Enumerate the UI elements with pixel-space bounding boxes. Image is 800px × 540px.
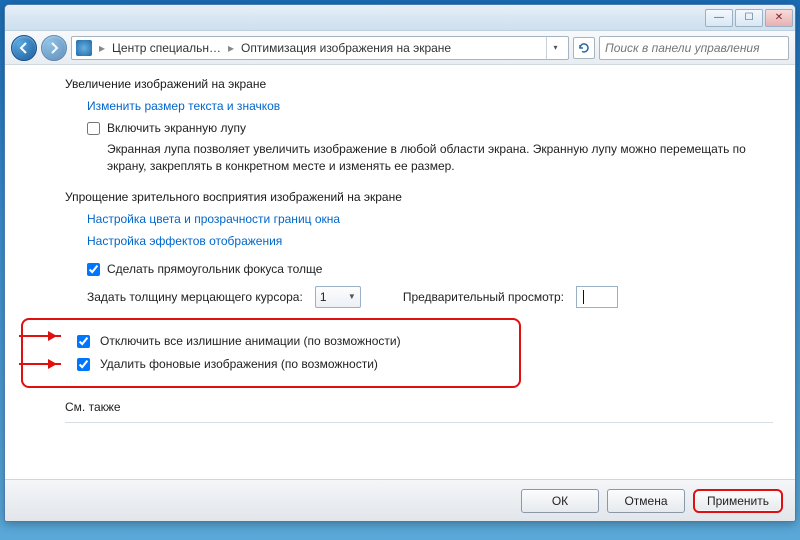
see-also-label: См. также bbox=[65, 400, 773, 414]
close-button[interactable]: ✕ bbox=[765, 9, 793, 27]
minimize-button[interactable]: — bbox=[705, 9, 733, 27]
settings-window: — ☐ ✕ ▸ Центр специальн… ▸ Оптимизация и… bbox=[4, 4, 796, 522]
cursor-width-value: 1 bbox=[320, 290, 327, 304]
magnifier-help-text: Экранная лупа позволяет увеличить изобра… bbox=[107, 141, 773, 176]
breadcrumb-part2[interactable]: Оптимизация изображения на экране bbox=[241, 41, 451, 55]
apply-button[interactable]: Применить bbox=[693, 489, 783, 513]
highlighted-options: Отключить все излишние анимации (по возм… bbox=[21, 318, 521, 388]
checkbox-focus-rect[interactable] bbox=[87, 263, 100, 276]
breadcrumb-separator: ▸ bbox=[225, 41, 237, 55]
maximize-button[interactable]: ☐ bbox=[735, 9, 763, 27]
search-input[interactable] bbox=[599, 36, 789, 60]
checkbox-focus-rect-label: Сделать прямоугольник фокуса толще bbox=[107, 262, 322, 276]
cursor-width-label: Задать толщину мерцающего курсора: bbox=[87, 290, 303, 304]
arrow-right-icon bbox=[48, 42, 60, 54]
address-dropdown[interactable]: ▾ bbox=[546, 37, 564, 59]
cursor-width-select[interactable]: 1 ▼ bbox=[315, 286, 361, 308]
chevron-down-icon: ▼ bbox=[348, 292, 356, 301]
ok-button[interactable]: ОК bbox=[521, 489, 599, 513]
back-button[interactable] bbox=[11, 35, 37, 61]
checkbox-remove-background-label: Удалить фоновые изображения (по возможно… bbox=[100, 357, 378, 371]
checkbox-magnifier[interactable] bbox=[87, 122, 100, 135]
breadcrumb-separator: ▸ bbox=[96, 41, 108, 55]
arrow-left-icon bbox=[18, 42, 30, 54]
content-area: Увеличение изображений на экране Изменит… bbox=[5, 65, 795, 479]
cancel-button[interactable]: Отмена bbox=[607, 489, 685, 513]
link-window-color[interactable]: Настройка цвета и прозрачности границ ок… bbox=[87, 212, 340, 226]
cursor-preview bbox=[576, 286, 618, 308]
link-text-size[interactable]: Изменить размер текста и значков bbox=[87, 99, 280, 113]
section-enlarge-title: Увеличение изображений на экране bbox=[65, 77, 773, 91]
breadcrumb-part1[interactable]: Центр специальн… bbox=[112, 41, 221, 55]
divider bbox=[65, 422, 773, 423]
checkbox-remove-background[interactable] bbox=[77, 358, 90, 371]
navbar: ▸ Центр специальн… ▸ Оптимизация изображ… bbox=[5, 31, 795, 65]
refresh-button[interactable] bbox=[573, 37, 595, 59]
section-simplify-title: Упрощение зрительного восприятия изображ… bbox=[65, 190, 773, 204]
titlebar: — ☐ ✕ bbox=[5, 5, 795, 31]
refresh-icon bbox=[578, 42, 590, 54]
forward-button[interactable] bbox=[41, 35, 67, 61]
address-bar[interactable]: ▸ Центр специальн… ▸ Оптимизация изображ… bbox=[71, 36, 569, 60]
checkbox-disable-animations[interactable] bbox=[77, 335, 90, 348]
control-panel-icon bbox=[76, 40, 92, 56]
checkbox-disable-animations-label: Отключить все излишние анимации (по возм… bbox=[100, 334, 401, 348]
link-display-effects[interactable]: Настройка эффектов отображения bbox=[87, 234, 282, 248]
annotation-arrow bbox=[19, 335, 61, 338]
annotation-arrow bbox=[19, 363, 61, 366]
checkbox-magnifier-label: Включить экранную лупу bbox=[107, 121, 246, 135]
footer: ОК Отмена Применить bbox=[5, 479, 795, 521]
cursor-preview-label: Предварительный просмотр: bbox=[403, 290, 564, 304]
cursor-preview-bar bbox=[583, 290, 584, 304]
